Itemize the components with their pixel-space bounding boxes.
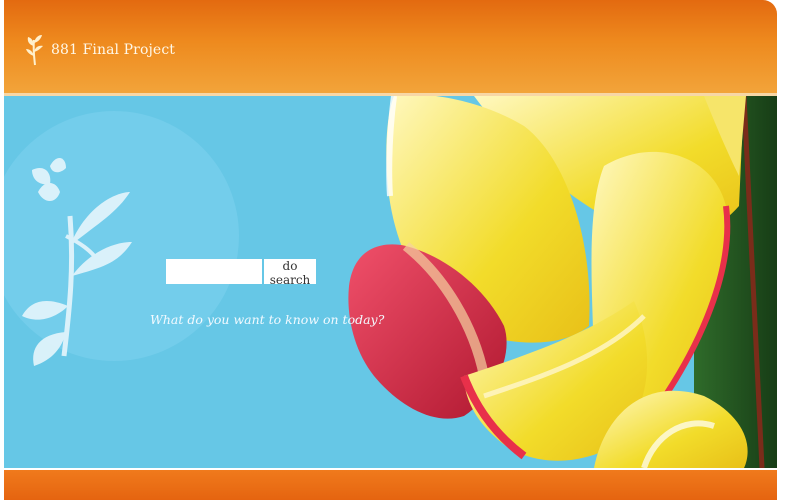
site-header: 881 Final Project <box>4 0 777 93</box>
search-input[interactable] <box>166 259 262 284</box>
search-tagline: What do you want to know on today? <box>150 312 385 327</box>
site-title: 881 Final Project <box>51 42 175 58</box>
hero-flower-image <box>4 96 777 468</box>
search-button[interactable]: do search <box>264 259 316 287</box>
flower-sprig-icon <box>26 35 43 66</box>
site-footer <box>4 470 777 500</box>
hero-banner: do search What do you want to know on to… <box>4 96 777 468</box>
